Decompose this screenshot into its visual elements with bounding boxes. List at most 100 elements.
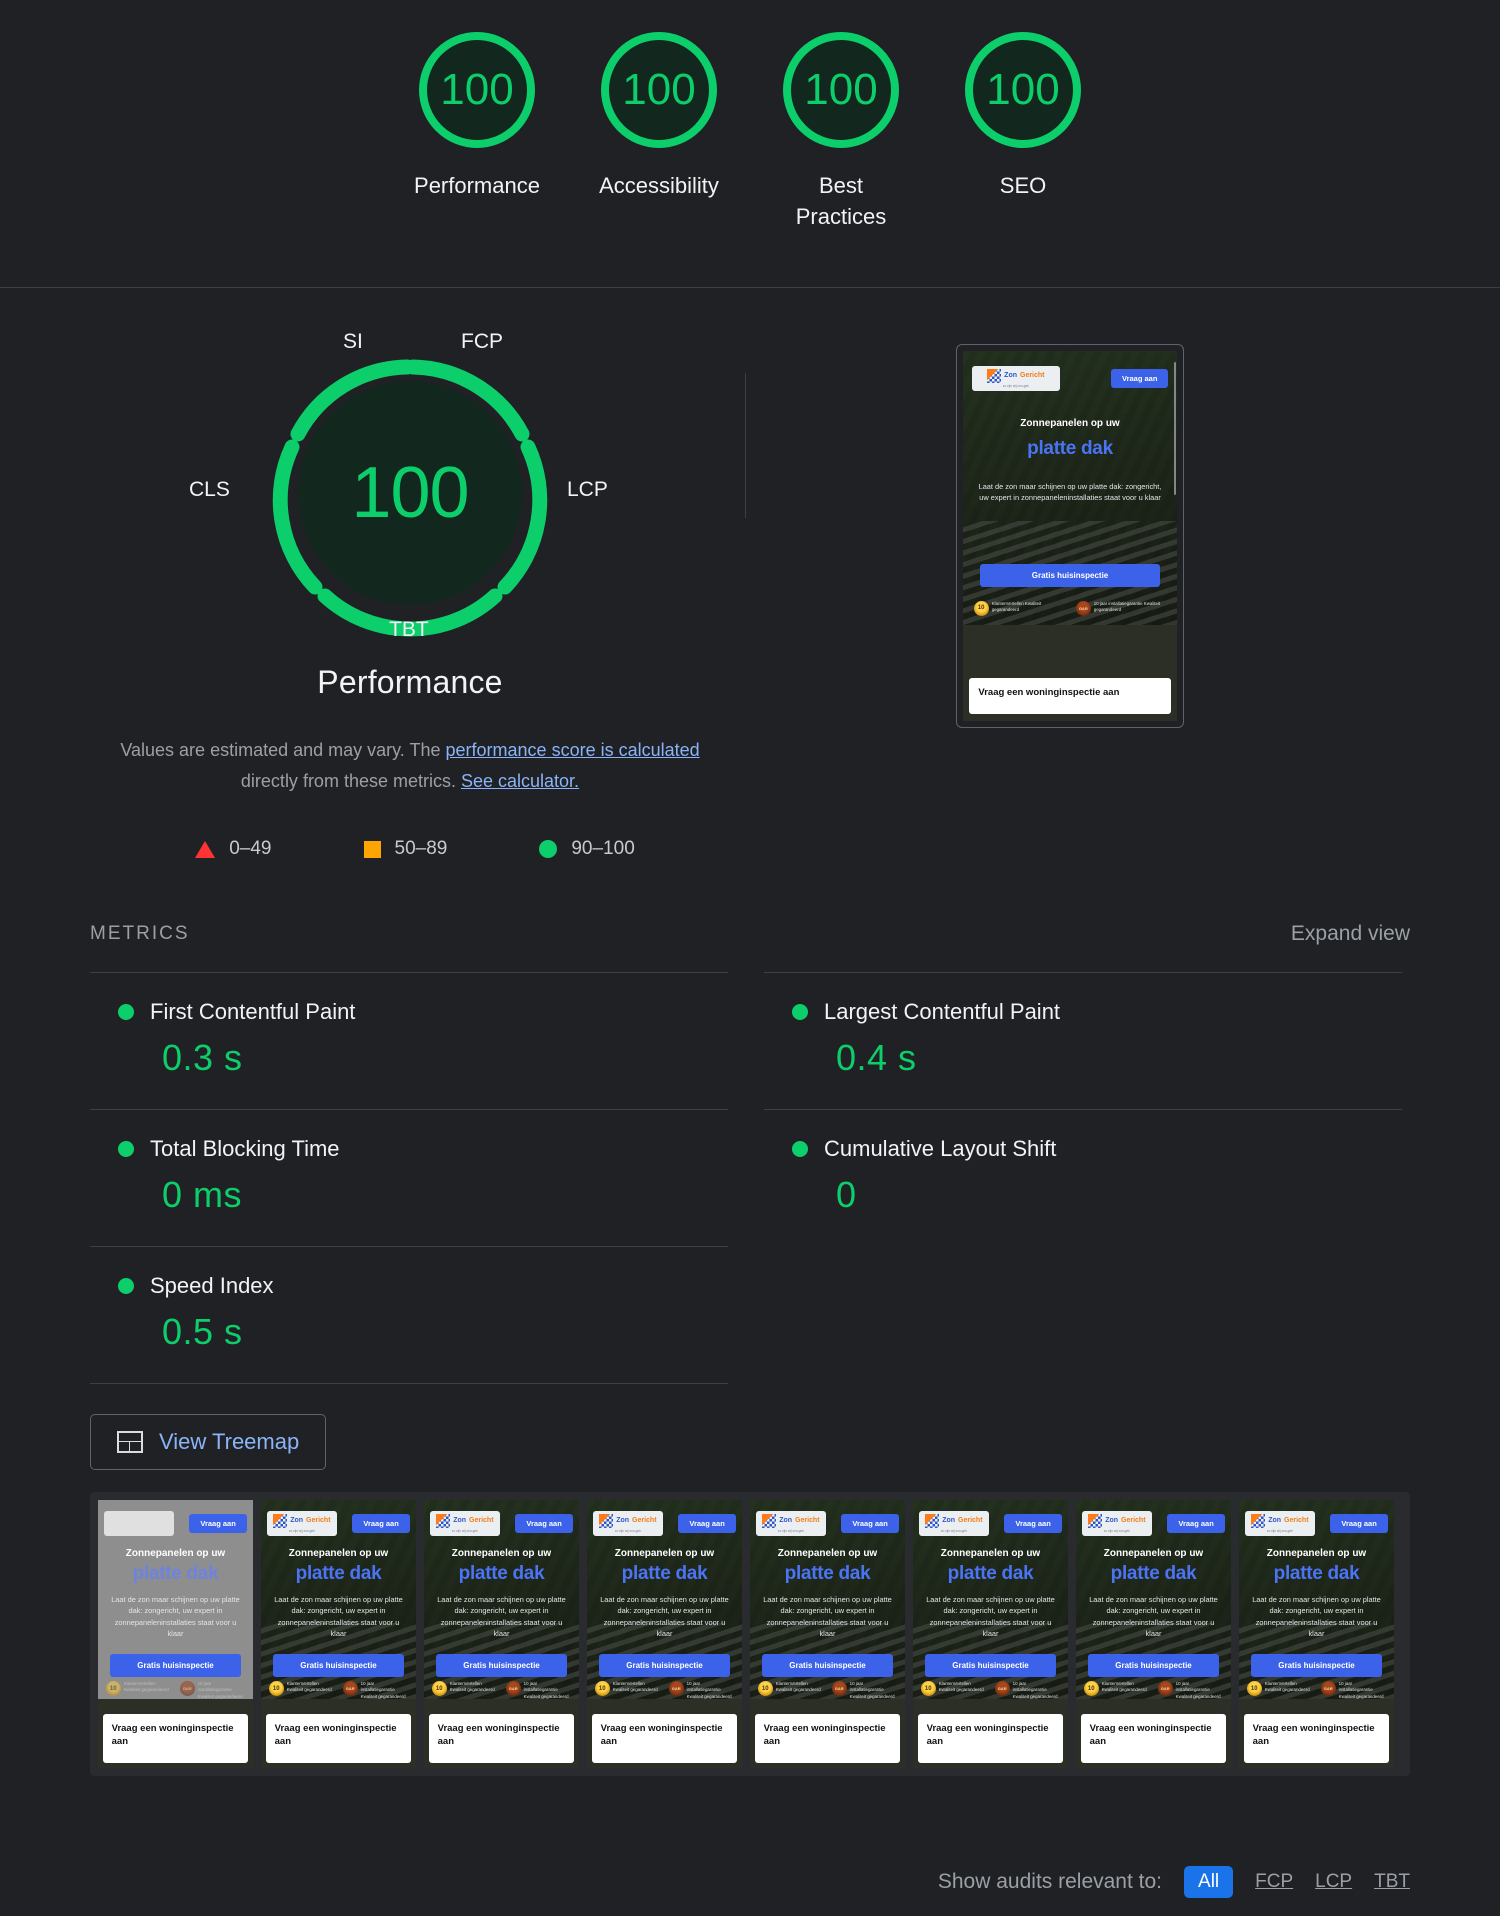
preview-cta-top: Vraag aan <box>841 1514 898 1533</box>
preview-headline-2: platte dak <box>758 1563 898 1585</box>
preview-subtext: Laat de zon maar schijnen op uw platte d… <box>924 1594 1057 1640</box>
audit-filter-tbt[interactable]: TBT <box>1374 1871 1410 1893</box>
metric-speed-index[interactable]: Speed Index 0.5 s <box>90 1246 728 1383</box>
rating-badge-icon: 10 <box>974 601 989 616</box>
preview-subtext: Laat de zon maar schijnen op uw platte d… <box>761 1594 894 1640</box>
preview-trust-badges: 10KlantenVertellen Kwaliteit gegarandeer… <box>1084 1681 1224 1700</box>
trust-badge-2: GAR10 jaar installatiegarantie Kwaliteit… <box>832 1681 898 1700</box>
logo-text-zon: Zon <box>779 1517 792 1524</box>
preview-headline-2: platte dak <box>1247 1563 1387 1585</box>
preview-cta-main: Gratis huisinspectie <box>980 564 1160 587</box>
trust-badge-1-text: KlantenVertellen Kwaliteit gegarandeerd <box>287 1681 335 1694</box>
metric-value: 0 <box>836 1174 1402 1216</box>
performance-score-calculated-link[interactable]: performance score is calculated <box>446 740 700 760</box>
logo-text-zon: Zon <box>453 1517 466 1524</box>
logo-mark-icon <box>1088 1514 1102 1528</box>
page-preview: ZonGerichtzo zijn wij zon-gekVraag aanZo… <box>587 1500 742 1768</box>
category-scores-bar: 100 Performance 100 Accessibility 100 Be… <box>0 0 1500 288</box>
trust-badge-1: 10KlantenVertellen Kwaliteit gegarandeer… <box>758 1681 824 1700</box>
preview-form-title: Vraag een woninginspectie aan <box>438 1723 566 1749</box>
status-dot-pass <box>792 1004 808 1020</box>
rating-badge-icon: 10 <box>106 1681 121 1696</box>
legend-range-fail: 0–49 <box>229 838 271 860</box>
preview-subtext: Laat de zon maar schijnen op uw platte d… <box>978 481 1162 504</box>
score-item-accessibility[interactable]: 100 Accessibility <box>568 32 750 201</box>
metric-first-contentful-paint[interactable]: First Contentful Paint 0.3 s <box>90 972 728 1109</box>
score-item-seo[interactable]: 100 SEO <box>932 32 1114 201</box>
preview-headline-1: Zonnepanelen op uw <box>598 1548 731 1559</box>
trust-badge-2-text: 10 jaar installatiegarantie Kwaliteit ge… <box>687 1681 735 1700</box>
preview-form-card: Vraag een woninginspectie aan <box>918 1714 1064 1763</box>
lighthouse-report: 100 Performance 100 Accessibility 100 Be… <box>0 0 1500 1916</box>
logo-tagline: zo zijn wij zon-gek <box>1003 384 1029 388</box>
square-icon <box>364 841 381 858</box>
page-preview: ZonGericht zo zijn wij zon-gek Vraag aan… <box>963 351 1177 721</box>
audit-filter-all[interactable]: All <box>1184 1866 1233 1898</box>
audit-filter: Show audits relevant to: All FCP LCP TBT <box>938 1866 1410 1898</box>
preview-trust-badges: 10KlantenVertellen Kwaliteit gegarandeer… <box>595 1681 735 1700</box>
logo-text-gericht: Gericht <box>1121 1517 1146 1524</box>
trust-badge-1: 10 KlantenVertellen Kwaliteit gegarandee… <box>974 601 1065 616</box>
logo-mark-icon <box>925 1514 939 1528</box>
metric-cumulative-layout-shift[interactable]: Cumulative Layout Shift 0 <box>764 1109 1402 1246</box>
preview-subtext: Laat de zon maar schijnen op uw platte d… <box>1250 1594 1383 1640</box>
metric-largest-contentful-paint[interactable]: Largest Contentful Paint 0.4 s <box>764 972 1402 1109</box>
trust-badge-1: 10KlantenVertellen Kwaliteit gegarandeer… <box>432 1681 498 1700</box>
trust-badge-2-text: 10 jaar installatiegarantie Kwaliteit ge… <box>198 1681 246 1700</box>
score-item-performance[interactable]: 100 Performance <box>386 32 568 201</box>
performance-gauge-column: 100 FCP SI LCP CLS TBT Performance Value… <box>90 338 730 860</box>
metric-value: 0.4 s <box>836 1037 1402 1079</box>
metric-value: 0 ms <box>162 1174 728 1216</box>
site-logo: ZonGerichtzo zijn wij zon-gek <box>919 1511 988 1536</box>
site-logo: ZonGerichtzo zijn wij zon-gek <box>104 1511 173 1536</box>
preview-trust-badges: 10KlantenVertellen Kwaliteit gegarandeer… <box>1247 1681 1387 1700</box>
logo-mark-icon <box>436 1514 450 1528</box>
warranty-badge-icon: GAR <box>506 1681 521 1696</box>
logo-tagline: zo zijn wij zon-gek <box>941 1529 967 1533</box>
rating-badge-icon: 10 <box>758 1681 773 1696</box>
trust-badge-1-text: KlantenVertellen Kwaliteit gegarandeerd <box>939 1681 987 1694</box>
expand-view-toggle[interactable]: Expand view <box>1291 922 1410 946</box>
page-preview: ZonGerichtzo zijn wij zon-gekVraag aanZo… <box>98 1500 253 1768</box>
logo-tagline: zo zijn wij zon-gek <box>1104 1529 1130 1533</box>
see-calculator-link[interactable]: See calculator. <box>461 771 579 791</box>
preview-cta-main: Gratis huisinspectie <box>599 1654 729 1677</box>
view-treemap-button[interactable]: View Treemap <box>90 1414 326 1470</box>
arc-label-cls: CLS <box>189 478 230 502</box>
preview-subtext: Laat de zon maar schijnen op uw platte d… <box>598 1594 731 1640</box>
preview-headline-2: platte dak <box>432 1563 572 1585</box>
section-divider <box>745 373 746 518</box>
preview-headline-2: platte dak <box>595 1563 735 1585</box>
logo-mark-icon <box>762 1514 776 1528</box>
preview-topbar: ZonGerichtzo zijn wij zon-gekVraag aan <box>104 1511 247 1536</box>
preview-form-title: Vraag een woninginspectie aan <box>1253 1723 1381 1749</box>
metric-total-blocking-time[interactable]: Total Blocking Time 0 ms <box>90 1109 728 1246</box>
score-item-best-practices[interactable]: 100 Best Practices <box>750 32 932 232</box>
trust-badge-2: GAR10 jaar installatiegarantie Kwaliteit… <box>343 1681 409 1700</box>
preview-trust-badges: 10KlantenVertellen Kwaliteit gegarandeer… <box>106 1681 246 1700</box>
preview-form-card: Vraag een woninginspectie aan <box>969 678 1170 714</box>
warranty-badge-icon: GAR <box>1076 601 1091 616</box>
logo-tagline: zo zijn wij zon-gek <box>1267 1529 1293 1533</box>
metric-name: First Contentful Paint <box>150 999 355 1025</box>
preview-form-card: Vraag een woninginspectie aan <box>592 1714 738 1763</box>
logo-text-zon: Zon <box>1268 1517 1281 1524</box>
audit-filter-label: Show audits relevant to: <box>938 1870 1162 1894</box>
preview-cta-top: Vraag aan <box>678 1514 735 1533</box>
treemap-row: View Treemap <box>0 1384 1500 1470</box>
arc-label-fcp: FCP <box>461 330 503 354</box>
site-logo: ZonGerichtzo zijn wij zon-gek <box>267 1511 336 1536</box>
logo-text-zon: Zon <box>290 1517 303 1524</box>
preview-headline-2: platte dak <box>974 438 1167 460</box>
final-screenshot-column: ZonGericht zo zijn wij zon-gek Vraag aan… <box>730 338 1410 860</box>
filmstrip-frame: ZonGerichtzo zijn wij zon-gekVraag aanZo… <box>587 1500 742 1768</box>
screenshot-filmstrip: ZonGerichtzo zijn wij zon-gekVraag aanZo… <box>90 1492 1410 1776</box>
page-preview: ZonGerichtzo zijn wij zon-gekVraag aanZo… <box>913 1500 1068 1768</box>
status-dot-pass <box>118 1004 134 1020</box>
warranty-badge-icon: GAR <box>180 1681 195 1696</box>
audit-filter-fcp[interactable]: FCP <box>1255 1871 1293 1893</box>
audit-filter-lcp[interactable]: LCP <box>1315 1871 1352 1893</box>
triangle-icon <box>195 841 215 858</box>
trust-badge-1-text: KlantenVertellen Kwaliteit gegarandeerd <box>1102 1681 1150 1694</box>
page-preview: ZonGerichtzo zijn wij zon-gekVraag aanZo… <box>261 1500 416 1768</box>
